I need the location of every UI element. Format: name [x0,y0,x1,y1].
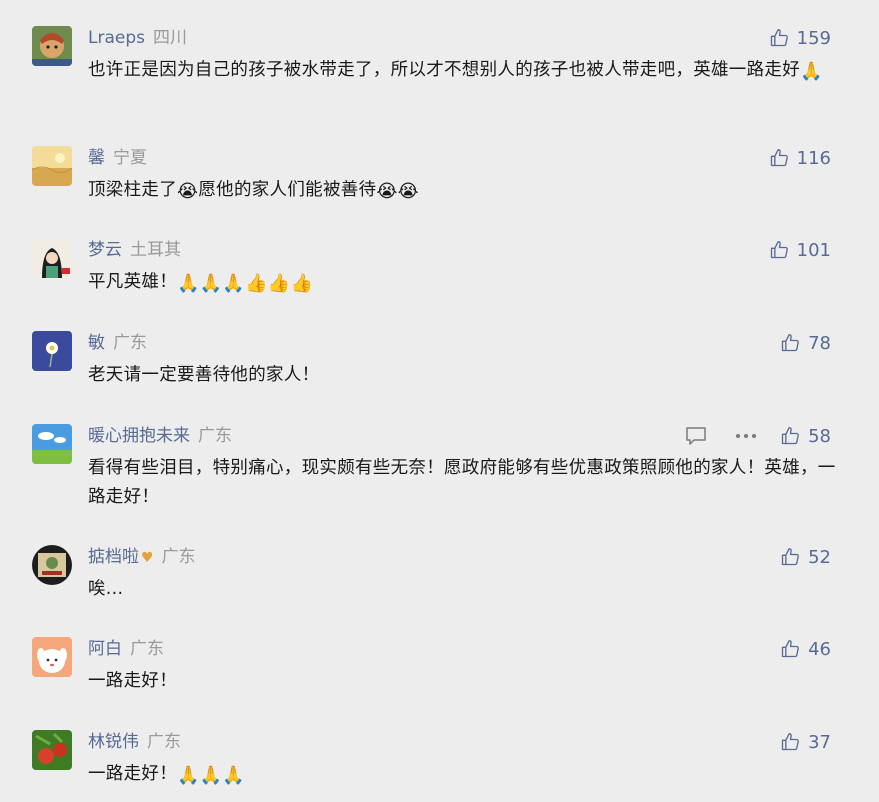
thumbs-up-icon [770,241,788,259]
avatar[interactable] [32,146,72,186]
thumbs-up-icon [781,733,799,751]
avatar[interactable] [32,730,72,770]
comment-actions [683,424,759,448]
commenter-name[interactable]: 暖心拥抱未来 [88,426,190,446]
like-button[interactable]: 159 [769,26,831,50]
commenter-region: 广东 [113,333,147,353]
like-button[interactable]: 58 [780,424,831,448]
like-count: 37 [808,731,831,753]
comment-text: 平凡英雄！🙏🙏🙏👍👍👍 [88,272,314,294]
like-count: 58 [808,425,831,447]
like-button[interactable]: 78 [780,331,831,355]
like-count: 78 [808,332,831,354]
like-count: 101 [796,239,831,261]
comment-header: Lraeps 四川 [88,26,187,50]
like-count: 116 [796,147,831,169]
avatar[interactable] [32,331,72,371]
like-count: 159 [796,27,831,49]
commenter-region: 宁夏 [113,148,147,168]
like-count: 46 [808,638,831,660]
like-button[interactable]: 116 [769,146,831,170]
avatar[interactable] [32,424,72,464]
comment-text: 也许正是因为自己的孩子被水带走了，所以才不想别人的孩子也被人带走吧，英雄一路走好… [88,60,823,82]
like-button[interactable]: 37 [780,730,831,754]
commenter-region: 广东 [198,426,232,446]
avatar[interactable] [32,238,72,278]
comment-header: 敏广东 [88,331,147,355]
comment-text: 一路走好！🙏🙏🙏 [88,764,246,786]
comment-header: 阿白 广东 [88,637,164,661]
avatar[interactable] [32,545,72,585]
commenter-region: 四川 [153,28,187,48]
commenter-name[interactable]: 阿白 [88,639,122,659]
thumbs-up-icon [770,29,788,47]
comment-header: 暖心拥抱未来 广东 [88,424,232,448]
comment-header: 梦云 土耳其 [88,238,181,262]
thumbs-up-icon [781,334,799,352]
comment-header: 林锐伟 广东 [88,730,181,754]
emoji: 😭😭 [376,181,420,202]
like-button[interactable]: 52 [780,545,831,569]
reply-button[interactable] [683,425,709,447]
comment-bubble-icon [686,427,706,445]
emoji: 🙏 [800,61,823,82]
commenter-name[interactable]: 敏 [88,333,105,353]
commenter-name[interactable]: Lraeps [88,28,145,48]
comment-text: 看得有些泪目，特别痛心，现实颇有些无奈！愿政府能够有些优惠政策照顾他的家人！英雄… [88,458,836,507]
thumbs-up-icon [781,427,799,445]
comment-header: 掂档啦 ♥ 广东 [88,545,196,569]
comment-text: 唉... [88,579,124,599]
commenter-region: 广东 [130,639,164,659]
thumbs-up-icon [781,640,799,658]
commenter-name[interactable]: 掂档啦 [88,547,139,567]
commenter-region: 广东 [147,732,181,752]
commenter-name[interactable]: 林锐伟 [88,732,139,752]
comment-text: 老天请一定要善待他的家人！ [88,365,320,385]
more-dots-icon [736,434,756,438]
emoji: 😭 [177,181,199,202]
emoji: 🙏🙏🙏 [177,765,246,786]
comment-list: Lraeps 四川 159 也许正是因为自己的孩子被水带走了，所以才不想别人的孩子… [0,0,879,802]
heart-badge-icon: ♥ [141,550,154,566]
more-button[interactable] [733,425,759,447]
commenter-region: 土耳其 [130,240,181,260]
avatar[interactable] [32,637,72,677]
thumbs-up-icon [781,548,799,566]
avatar[interactable] [32,26,72,66]
commenter-region: 广东 [161,547,196,567]
like-button[interactable]: 101 [769,238,831,262]
commenter-name[interactable]: 馨 [88,148,105,168]
comment-header: 馨宁夏 [88,146,147,170]
emoji: 🙏🙏🙏👍👍👍 [177,273,314,294]
like-count: 52 [808,546,831,568]
like-button[interactable]: 46 [780,637,831,661]
thumbs-up-icon [770,149,788,167]
commenter-name[interactable]: 梦云 [88,240,122,260]
comment-text: 顶梁柱走了😭愿他的家人们能被善待😭😭 [88,180,420,202]
comment-text: 一路走好！ [88,671,177,691]
